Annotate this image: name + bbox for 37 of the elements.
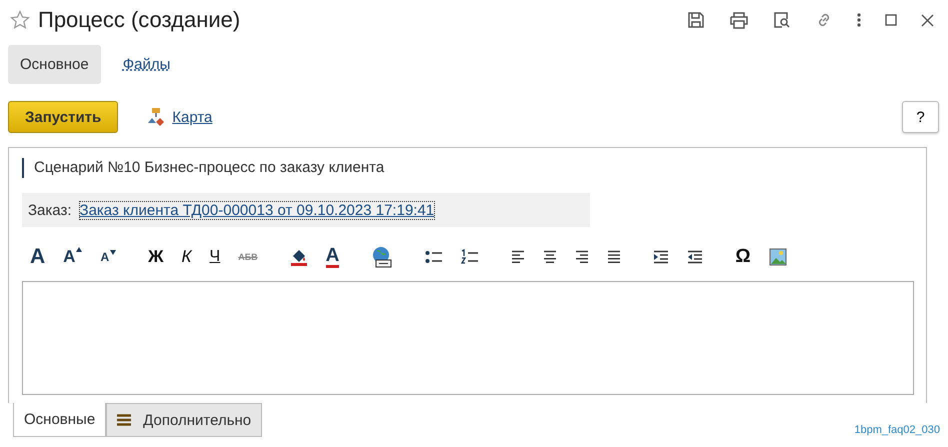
symbol-button[interactable]: Ω xyxy=(735,246,751,268)
indent-icon[interactable] xyxy=(653,250,670,264)
flowchart-icon xyxy=(146,107,166,127)
image-icon[interactable] xyxy=(768,248,787,266)
save-icon[interactable] xyxy=(687,11,705,29)
figure-code: 1bpm_faq02_030 xyxy=(854,424,940,436)
close-icon[interactable] xyxy=(921,14,934,26)
order-link[interactable]: Заказ клиента ТД00-000013 от 09.10.2023 17:19:41 xyxy=(80,202,434,218)
fill-color-icon[interactable] xyxy=(290,247,308,267)
italic-button[interactable]: К xyxy=(182,247,192,267)
tab[interactable]: Файлы xyxy=(110,44,182,84)
strikethrough-button[interactable]: АБВ xyxy=(238,252,258,262)
start-button[interactable]: Запустить xyxy=(8,101,118,133)
bold-button[interactable]: Ж xyxy=(148,247,164,267)
order-label: Заказ: xyxy=(28,202,72,218)
window-title: Процесс (создание) xyxy=(38,7,240,33)
align-right-icon[interactable] xyxy=(575,250,590,264)
tab[interactable]: Основное xyxy=(8,44,101,84)
outdent-icon[interactable] xyxy=(687,250,704,264)
globe-icon[interactable] xyxy=(371,246,394,268)
numbered-list-icon[interactable] xyxy=(461,249,480,265)
process-caption: Сценарий №10 Бизнес-процесс по заказу клиента xyxy=(22,158,914,178)
preview-icon[interactable] xyxy=(773,11,791,29)
maximize-icon[interactable] xyxy=(885,14,897,26)
justify-icon[interactable] xyxy=(607,250,622,264)
tab[interactable]: Дополнительно xyxy=(106,403,262,437)
font-icon[interactable]: A xyxy=(30,245,46,269)
tab[interactable]: Основные xyxy=(13,403,106,437)
align-center-icon[interactable] xyxy=(543,250,558,264)
bullet-list-icon[interactable] xyxy=(425,249,444,265)
align-left-icon[interactable] xyxy=(511,250,526,264)
print-icon[interactable] xyxy=(729,11,749,29)
help-button[interactable]: ? xyxy=(902,101,939,133)
underline-button[interactable]: Ч xyxy=(210,248,220,266)
more-icon[interactable] xyxy=(857,13,861,27)
map-link[interactable]: Карта xyxy=(172,108,212,126)
star-icon[interactable] xyxy=(10,10,30,30)
